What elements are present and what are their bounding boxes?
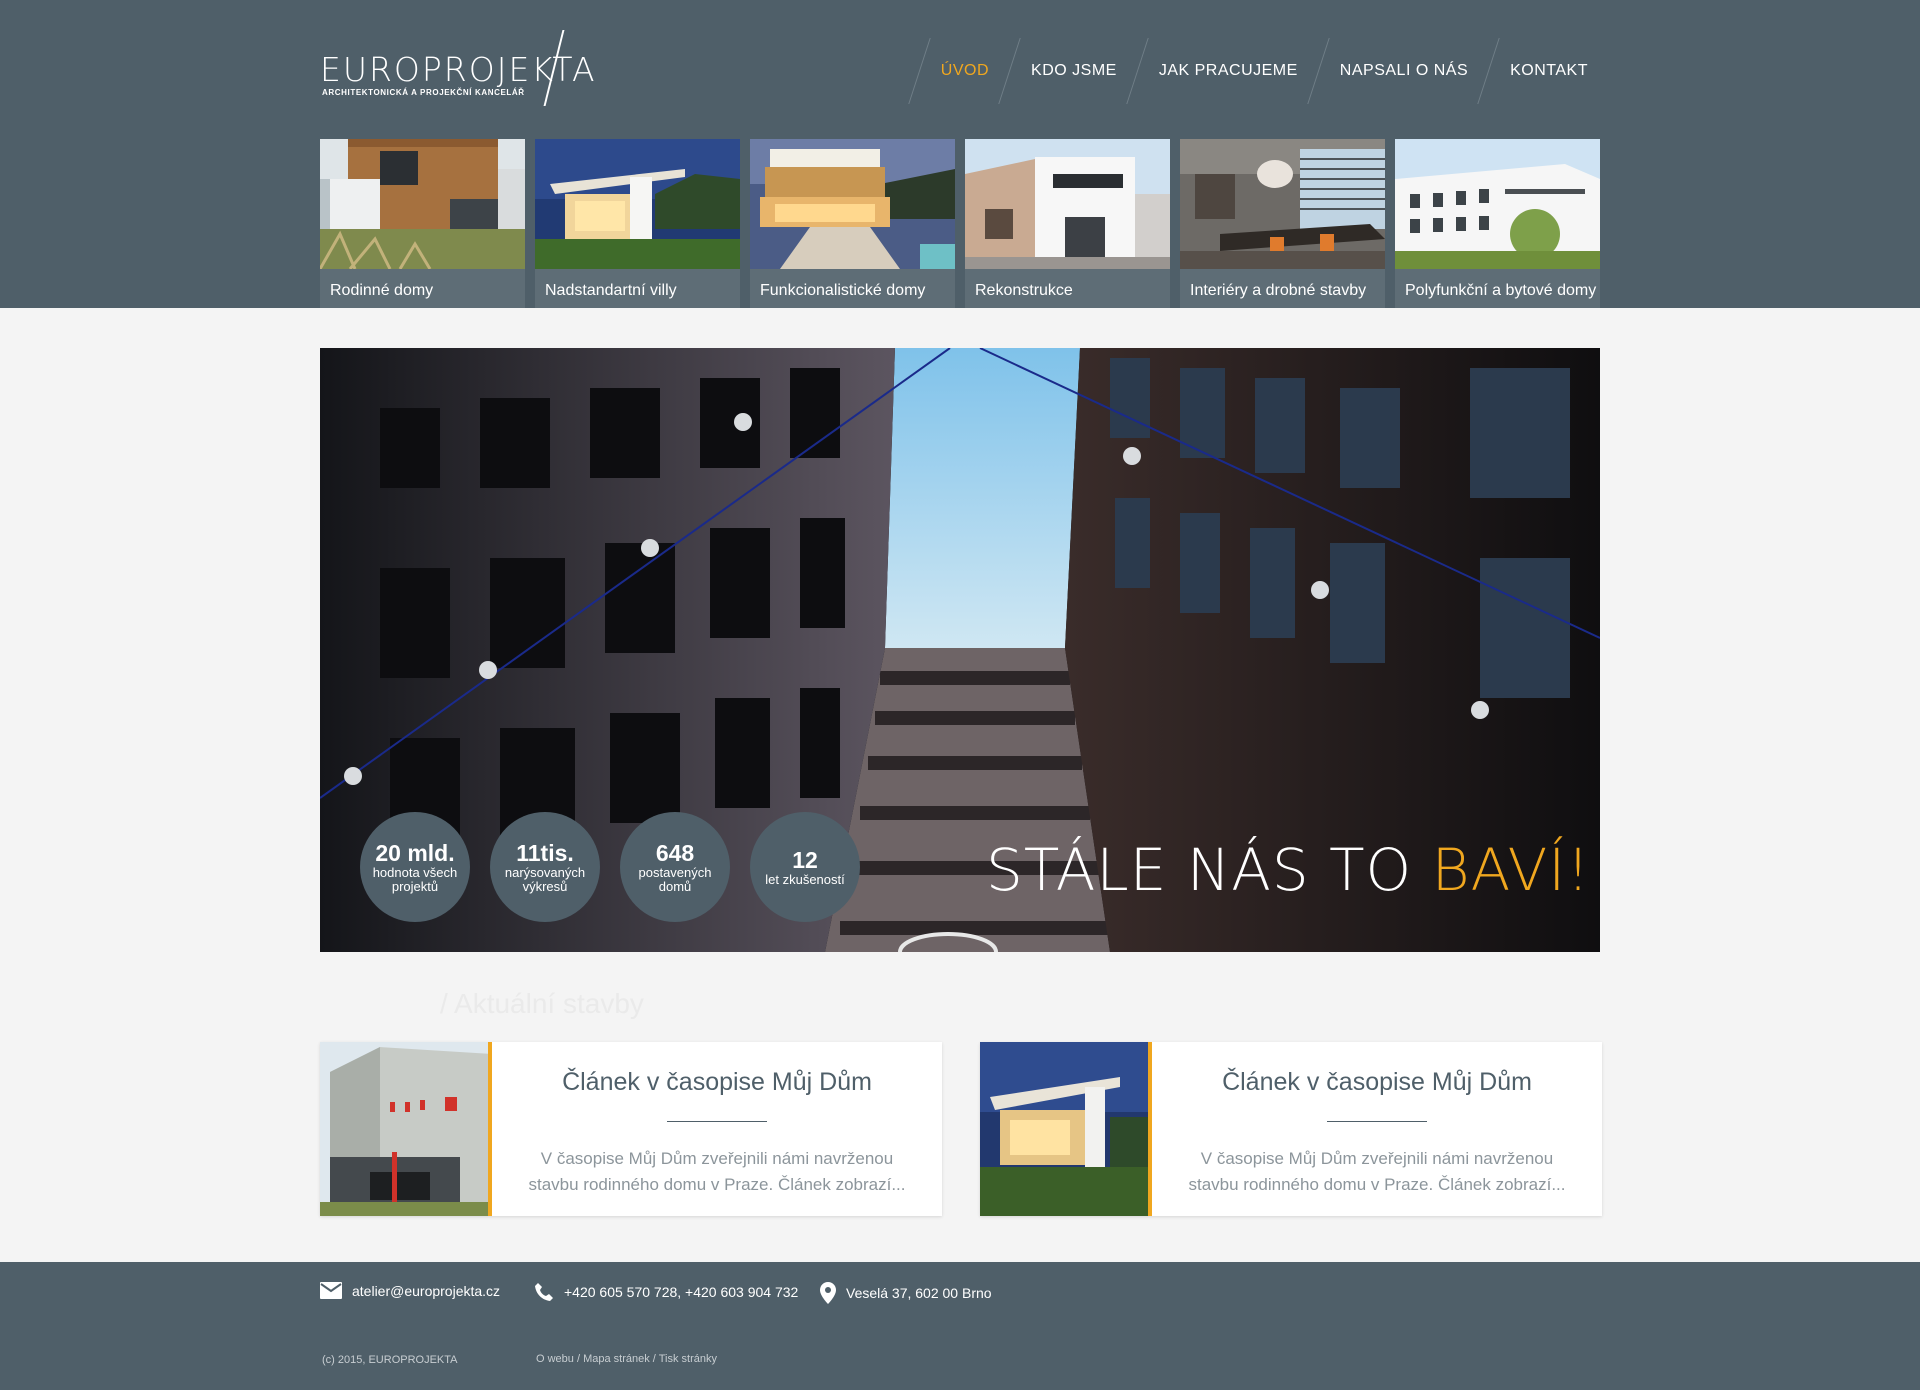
logo-tagline: ARCHITEKTONICKÁ A PROJEKČNÍ KANCELÁŘ: [322, 88, 525, 97]
category-funkcionalisticke-domy[interactable]: Funkcionalistické domy: [750, 139, 955, 308]
stat-label: hodnota všech projektů: [372, 865, 458, 894]
stat-value: 20 mld.: [375, 840, 455, 866]
stat-value: 648: [655, 840, 695, 866]
stat-circle: 648 postavených domů: [620, 812, 730, 922]
footer-link-separator: /: [573, 1353, 584, 1365]
category-image: [750, 139, 955, 269]
news-card[interactable]: Článek v časopise Můj Dům V časopise Můj…: [320, 1042, 942, 1216]
card-text: V časopise Můj Dům zveřejnili námi navrž…: [1188, 1149, 1566, 1194]
stat-circle: 11tis. narýsovaných výkresů: [490, 812, 600, 922]
card-divider: [1327, 1121, 1427, 1122]
contact-address[interactable]: Veselá 37, 602 00 Brno: [820, 1282, 992, 1304]
card-text: V časopise Můj Dům zveřejnili námi navrž…: [528, 1149, 906, 1194]
copyright: (c) 2015, EUROPROJEKTA: [322, 1354, 458, 1366]
location-pin-icon: [820, 1282, 836, 1304]
stat-label: narýsovaných výkresů: [504, 865, 586, 894]
contact-email[interactable]: atelier@europrojekta.cz: [320, 1282, 500, 1299]
stat-circle: 20 mld. hodnota všech projektů: [360, 812, 470, 922]
stat-label: postavených domů: [638, 865, 712, 894]
news-cards: Článek v časopise Můj Dům V časopise Můj…: [320, 1042, 1602, 1216]
category-polyfunkcni[interactable]: Polyfunkční a bytové domy: [1395, 139, 1600, 308]
section-title: / Aktuální stavby: [440, 988, 644, 1019]
main-nav: ÚVOD KDO JSME JAK PRACUJEME NAPSALI O NÁ…: [913, 38, 1602, 104]
contact-address-text: Veselá 37, 602 00 Brno: [846, 1285, 992, 1301]
card-divider: [667, 1121, 767, 1122]
contact-email-text: atelier@europrojekta.cz: [352, 1282, 501, 1299]
contact-phone[interactable]: +420 605 570 728, +420 603 904 732: [534, 1282, 798, 1302]
category-interiery[interactable]: Interiéry a drobné stavby: [1180, 139, 1385, 308]
footer-link-tisk-stranky[interactable]: Tisk stránky: [659, 1353, 717, 1365]
stat-value: 12: [792, 847, 818, 873]
category-label: Funkcionalistické domy: [750, 269, 955, 308]
stat-value: 11tis.: [516, 840, 574, 866]
nav-item-uvod[interactable]: ÚVOD: [913, 38, 1003, 104]
stat-circle: 12 let zkušeností: [750, 812, 860, 922]
news-card[interactable]: Článek v časopise Můj Dům V časopise Můj…: [980, 1042, 1602, 1216]
card-body: Článek v časopise Můj Dům V časopise Můj…: [492, 1042, 942, 1216]
nav-item-jak-pracujeme[interactable]: JAK PRACUJEME: [1131, 38, 1312, 104]
card-image: [980, 1042, 1152, 1216]
hero-slogan: STÁLE NÁS TO BAVÍ!: [986, 836, 1591, 904]
category-strip: Rodinné domy Nadstandartní villy Funkcio…: [320, 139, 1600, 308]
category-label: Interiéry a drobné stavby: [1180, 269, 1385, 308]
site-header: EUROPROJEKTA ARCHITEKTONICKÁ A PROJEKČNÍ…: [0, 0, 1920, 308]
slogan-accent: BAVÍ!: [1431, 836, 1591, 904]
nav-item-kontakt[interactable]: KONTAKT: [1482, 38, 1602, 104]
slogan-main: STÁLE NÁS TO: [986, 836, 1432, 904]
category-rodinne-domy[interactable]: Rodinné domy: [320, 139, 525, 308]
category-label: Polyfunkční a bytové domy: [1395, 269, 1600, 308]
category-label: Nadstandartní villy: [535, 269, 740, 308]
phone-icon: [534, 1282, 554, 1302]
contact-phone-text: +420 605 570 728, +420 603 904 732: [564, 1284, 799, 1300]
site-footer: atelier@europrojekta.cz +420 605 570 728…: [0, 1262, 1920, 1390]
category-rekonstrukce[interactable]: Rekonstrukce: [965, 139, 1170, 308]
category-image: [1395, 139, 1600, 269]
footer-link-o-webu[interactable]: O webu: [536, 1353, 574, 1365]
card-body: Článek v časopise Můj Dům V časopise Můj…: [1152, 1042, 1602, 1216]
category-label: Rodinné domy: [320, 269, 525, 308]
footer-link-mapa-stranek[interactable]: Mapa stránek: [583, 1353, 650, 1365]
category-image: [535, 139, 740, 269]
hero-banner: 20 mld. hodnota všech projektů 11tis. na…: [320, 348, 1600, 952]
nav-item-kdo-jsme[interactable]: KDO JSME: [1003, 38, 1131, 104]
footer-link-separator: /: [649, 1353, 659, 1365]
category-label: Rekonstrukce: [965, 269, 1170, 308]
stats-row: 20 mld. hodnota všech projektů 11tis. na…: [360, 812, 860, 922]
envelope-icon: [320, 1282, 342, 1299]
category-image: [965, 139, 1170, 269]
nav-item-napsali-o-nas[interactable]: NAPSALI O NÁS: [1312, 38, 1482, 104]
logo[interactable]: EUROPROJEKTA ARCHITEKTONICKÁ A PROJEKČNÍ…: [320, 30, 595, 108]
category-image: [1180, 139, 1385, 269]
footer-links: O webu / Mapa stránek / Tisk stránky: [536, 1353, 717, 1365]
card-title[interactable]: Článek v časopise Můj Dům: [1178, 1068, 1576, 1097]
card-image: [320, 1042, 492, 1216]
category-image: [320, 139, 525, 269]
card-title[interactable]: Článek v časopise Můj Dům: [518, 1068, 916, 1097]
stat-label: let zkušeností: [765, 872, 845, 887]
category-nadstandartni-villy[interactable]: Nadstandartní villy: [535, 139, 740, 308]
